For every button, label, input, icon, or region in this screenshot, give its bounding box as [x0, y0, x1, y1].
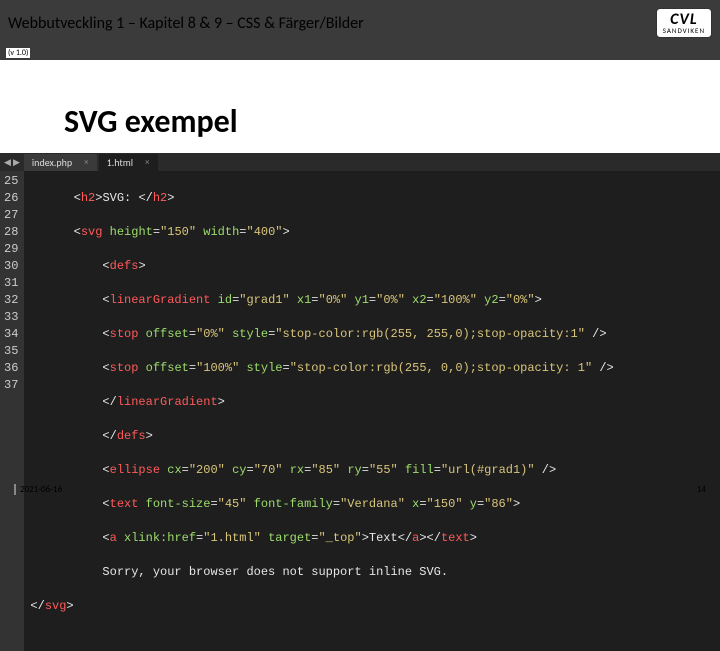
code-line: <stop offset="100%" style="stop-color:rg…	[30, 360, 720, 377]
slide-footer: 2021-06-16 14	[0, 484, 720, 495]
code-line: Sorry, your browser does not support inl…	[30, 564, 720, 581]
tab-label: 1.html	[107, 156, 133, 169]
editor-tabbar: ◀ ▶ index.php × 1.html ×	[0, 153, 720, 171]
code-area: 25262728293031323334353637 <h2>SVG: </h2…	[0, 171, 720, 651]
tab-1-html[interactable]: 1.html ×	[99, 154, 158, 171]
tab-index-php[interactable]: index.php ×	[24, 154, 97, 171]
code-line: <linearGradient id="grad1" x1="0%" y1="0…	[30, 292, 720, 309]
logo-text-bottom: SANDVIKEN	[663, 27, 705, 34]
slide-header-title: Webbutveckling 1 – Kapitel 8 & 9 – CSS &…	[8, 14, 364, 33]
tab-label: index.php	[32, 156, 72, 169]
code-line: </linearGradient>	[30, 394, 720, 411]
line-gutter: 25262728293031323334353637	[0, 171, 24, 651]
version-label: (v 1.0)	[0, 46, 720, 60]
slide-header: Webbutveckling 1 – Kapitel 8 & 9 – CSS &…	[0, 0, 720, 46]
code-line: </svg>	[30, 598, 720, 615]
code-body[interactable]: <h2>SVG: </h2> <svg height="150" width="…	[24, 171, 720, 651]
code-line: <a xlink:href="1.html" target="_top">Tex…	[30, 530, 720, 547]
code-line: <ellipse cx="200" cy="70" rx="85" ry="55…	[30, 462, 720, 479]
code-line: <stop offset="0%" style="stop-color:rgb(…	[30, 326, 720, 343]
tab-nav-arrows[interactable]: ◀ ▶	[0, 157, 24, 168]
close-icon[interactable]: ×	[84, 157, 88, 168]
code-line: <text font-size="45" font-family="Verdan…	[30, 496, 720, 513]
footer-page-number: 14	[697, 484, 706, 495]
slide-title: SVG exempel	[64, 102, 720, 141]
footer-date: 2021-06-16	[14, 484, 62, 495]
code-line: <svg height="150" width="400">	[30, 224, 720, 241]
code-editor: ◀ ▶ index.php × 1.html × 252627282930313…	[0, 153, 720, 651]
logo: CVL SANDVIKEN	[656, 8, 712, 38]
code-line: <defs>	[30, 258, 720, 275]
code-line: <h2>SVG: </h2>	[30, 190, 720, 207]
code-line: </defs>	[30, 428, 720, 445]
close-icon[interactable]: ×	[145, 157, 149, 168]
